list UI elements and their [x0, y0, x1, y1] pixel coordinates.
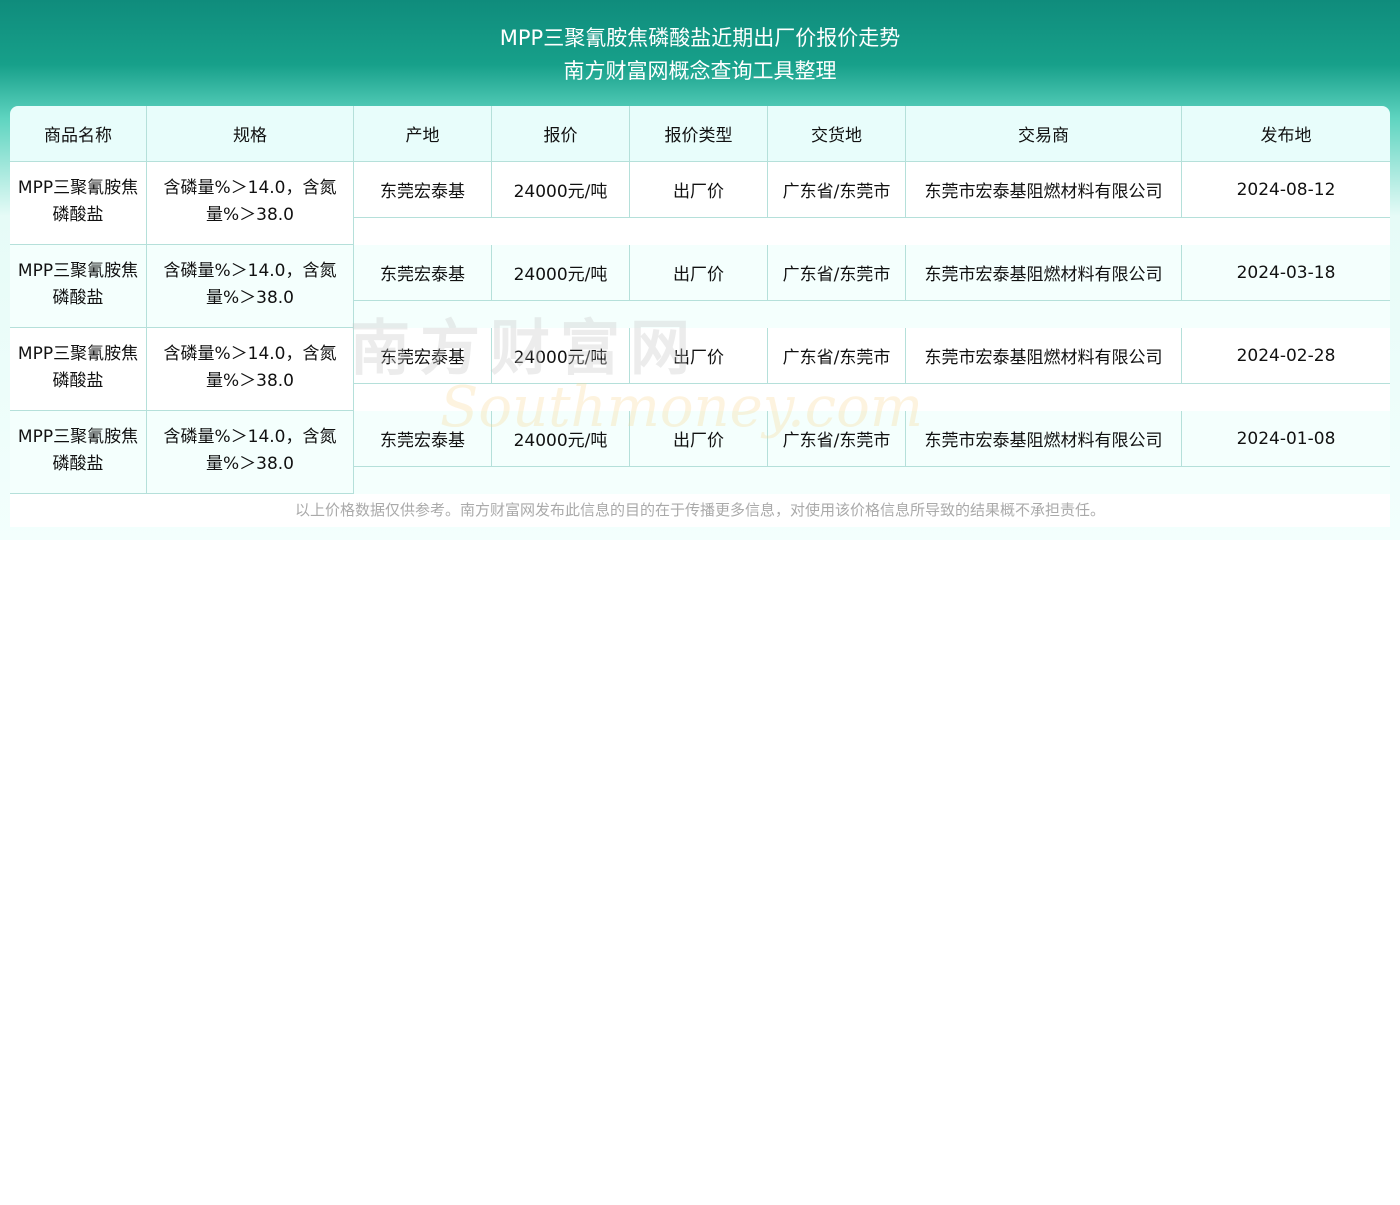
cell-date: 2024-08-12: [1236, 179, 1336, 200]
cell-trader: 东莞市宏泰基阻燃材料有限公司: [906, 328, 1182, 383]
cell-price: 24000元/吨: [492, 162, 630, 217]
col-header: 报价类型: [630, 106, 768, 161]
cell-spec: 含磷量%＞14.0，含氮量%＞38.0: [147, 162, 354, 245]
table-row: MPP三聚氰胺焦磷酸盐 含磷量%＞14.0，含氮量%＞38.0 东莞宏泰基 24…: [10, 245, 1390, 328]
cell-spec: 含磷量%＞14.0，含氮量%＞38.0: [147, 245, 354, 328]
price-table: 商品名称 规格 产地 报价 报价类型 交货地 交易商 发布地 MPP三聚氰胺焦磷…: [10, 106, 1390, 494]
cell-origin: 东莞宏泰基: [354, 411, 492, 466]
cell-delivery: 广东省/东莞市: [768, 162, 906, 217]
cell-type: 出厂价: [630, 245, 768, 300]
col-header: 产地: [354, 106, 492, 161]
cell-date: 2024-03-18: [1236, 262, 1336, 283]
cell-origin: 东莞宏泰基: [354, 328, 492, 383]
disclaimer: 以上价格数据仅供参考。南方财富网发布此信息的目的在于传播更多信息，对使用该价格信…: [10, 494, 1390, 527]
table-row: MPP三聚氰胺焦磷酸盐 含磷量%＞14.0，含氮量%＞38.0 东莞宏泰基 24…: [10, 162, 1390, 245]
cell-price: 24000元/吨: [492, 245, 630, 300]
col-header: 交货地: [768, 106, 906, 161]
cell-name: MPP三聚氰胺焦磷酸盐: [10, 328, 147, 411]
cell-trader: 东莞市宏泰基阻燃材料有限公司: [906, 162, 1182, 217]
col-header: 发布地: [1260, 126, 1312, 146]
cell-name: MPP三聚氰胺焦磷酸盐: [10, 245, 147, 328]
cell-date: 2024-01-08: [1236, 428, 1336, 449]
cell-type: 出厂价: [630, 411, 768, 466]
col-header: 报价: [492, 106, 630, 161]
cell-spec: 含磷量%＞14.0，含氮量%＞38.0: [147, 411, 354, 494]
cell-name: MPP三聚氰胺焦磷酸盐: [10, 162, 147, 245]
cell-name: MPP三聚氰胺焦磷酸盐: [10, 411, 147, 494]
table-row: MPP三聚氰胺焦磷酸盐 含磷量%＞14.0，含氮量%＞38.0 东莞宏泰基 24…: [10, 411, 1390, 494]
table-header: 商品名称 规格 产地 报价 报价类型 交货地 交易商 发布地: [10, 106, 1390, 162]
cell-origin: 东莞宏泰基: [354, 245, 492, 300]
cell-origin: 东莞宏泰基: [354, 162, 492, 217]
title-line-1: MPP三聚氰胺焦磷酸盐近期出厂价报价走势: [499, 26, 901, 50]
col-header: 交易商: [906, 106, 1182, 161]
cell-spec: 含磷量%＞14.0，含氮量%＞38.0: [147, 328, 354, 411]
table-row: MPP三聚氰胺焦磷酸盐 含磷量%＞14.0，含氮量%＞38.0 东莞宏泰基 24…: [10, 328, 1390, 411]
cell-type: 出厂价: [630, 162, 768, 217]
page-title: MPP三聚氰胺焦磷酸盐近期出厂价报价走势 南方财富网概念查询工具整理: [0, 22, 1400, 88]
cell-price: 24000元/吨: [492, 328, 630, 383]
cell-trader: 东莞市宏泰基阻燃材料有限公司: [906, 411, 1182, 466]
col-header: 商品名称: [10, 106, 147, 161]
cell-type: 出厂价: [630, 328, 768, 383]
cell-delivery: 广东省/东莞市: [768, 411, 906, 466]
cell-delivery: 广东省/东莞市: [768, 328, 906, 383]
cell-date: 2024-02-28: [1236, 345, 1336, 366]
title-line-2: 南方财富网概念查询工具整理: [563, 59, 837, 83]
col-header: 规格: [147, 106, 354, 161]
cell-price: 24000元/吨: [492, 411, 630, 466]
cell-trader: 东莞市宏泰基阻燃材料有限公司: [906, 245, 1182, 300]
cell-delivery: 广东省/东莞市: [768, 245, 906, 300]
